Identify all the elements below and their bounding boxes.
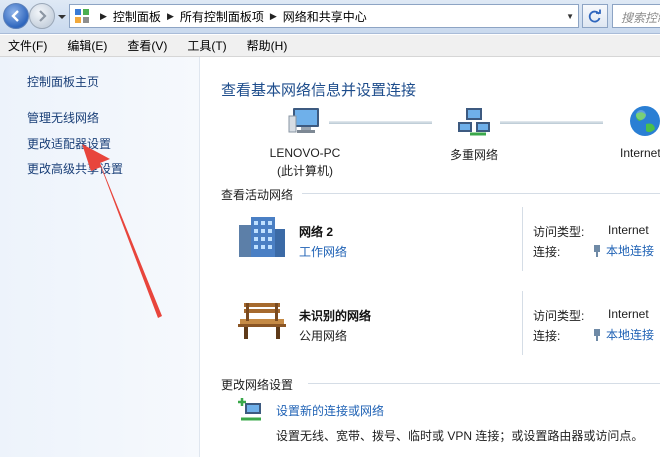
breadcrumb-network-center[interactable]: 网络和共享中心 [283,8,367,25]
chevron-right-icon[interactable]: ▶ [167,11,174,22]
multiple-networks-label: 多重网络 [449,148,498,162]
map-link-line [329,121,432,124]
menu-edit[interactable]: 编辑(E) [67,37,107,54]
control-panel-icon [75,9,89,23]
connection-link[interactable]: 本地连接 [592,326,654,343]
public-network-bench-icon[interactable] [236,301,288,341]
setup-new-connection-description: 设置无线、宽带、拨号、临时或 VPN 连接；或设置路由器或访问点。 [276,429,644,443]
map-link-line [500,121,603,124]
connection-value: 本地连接 [606,244,655,258]
new-connection-icon[interactable] [237,397,265,423]
ethernet-icon [594,328,600,341]
work-network-icon[interactable] [237,215,287,259]
menu-tools[interactable]: 工具(T) [187,37,226,54]
sidebar-item-manage-wireless[interactable]: 管理无线网络 [27,109,99,126]
connection-label: 连接: [533,245,561,259]
menu-view[interactable]: 查看(V) [127,37,167,54]
refresh-icon [588,9,601,23]
setup-new-connection-link[interactable]: 设置新的连接或网络 [276,402,384,419]
sidebar-item-change-adapter-settings[interactable]: 更改适配器设置 [27,135,111,152]
menu-file[interactable]: 文件(F) [8,37,47,54]
network-name: 未识别的网络 [299,309,372,323]
access-type-value: Internet [608,223,649,237]
divider [302,193,660,194]
internet-globe-icon[interactable] [628,104,660,138]
sidebar-item-control-panel-home[interactable]: 控制面板主页 [27,73,99,90]
internet-label: Internet [620,146,660,160]
connection-value: 本地连接 [606,328,655,342]
address-toolbar: ▶ 控制面板 ▶ 所有控制面板项 ▶ 网络和共享中心 ▼ 搜索控制面板 [0,0,660,34]
access-type-value: Internet [608,307,649,321]
network-location-text: 公用网络 [299,329,348,343]
refresh-button[interactable] [582,4,608,28]
chevron-right-icon[interactable]: ▶ [100,11,107,22]
menu-help[interactable]: 帮助(H) [247,37,288,54]
active-networks-heading: 查看活动网络 [221,188,294,202]
computer-name-label: LENOVO-PC [269,146,341,160]
menu-bar: 文件(F) 编辑(E) 查看(V) 工具(T) 帮助(H) [0,35,660,57]
access-type-label: 访问类型: [533,225,585,239]
address-dropdown-icon[interactable]: ▼ [566,12,574,21]
divider [522,291,523,355]
forward-button[interactable] [29,3,55,29]
change-settings-heading: 更改网络设置 [221,378,294,392]
breadcrumb-label: 网络和共享中心 [282,9,367,24]
address-field[interactable]: ▶ 控制面板 ▶ 所有控制面板项 ▶ 网络和共享中心 ▼ [69,4,579,28]
breadcrumb-control-panel[interactable]: 控制面板 [113,8,161,25]
recent-pages-dropdown-icon[interactable] [57,12,67,22]
sidebar-item-advanced-sharing[interactable]: 更改高级共享设置 [27,160,123,177]
connection-link[interactable]: 本地连接 [592,242,654,259]
network-name: 网络 2 [299,225,334,239]
access-type-label: 访问类型: [533,309,585,323]
computer-icon[interactable] [287,106,323,136]
back-arrow-icon [11,10,19,22]
computer-sub-label: (此计算机) [277,164,333,178]
breadcrumb-label: 控制面板 [112,9,161,24]
ethernet-icon [594,244,600,257]
back-button[interactable] [3,3,29,29]
multiple-networks-icon[interactable] [456,106,492,138]
breadcrumb-all-items[interactable]: 所有控制面板项 [180,8,264,25]
forward-arrow-icon [39,10,47,22]
page-title: 查看基本网络信息并设置连接 [221,82,417,99]
divider [308,383,660,384]
search-input[interactable]: 搜索控制面板 [612,4,660,28]
chevron-right-icon[interactable]: ▶ [270,11,277,22]
breadcrumb-label: 所有控制面板项 [179,9,264,24]
connection-label: 连接: [533,329,561,343]
divider [522,207,523,271]
network-location-link[interactable]: 工作网络 [299,243,347,260]
